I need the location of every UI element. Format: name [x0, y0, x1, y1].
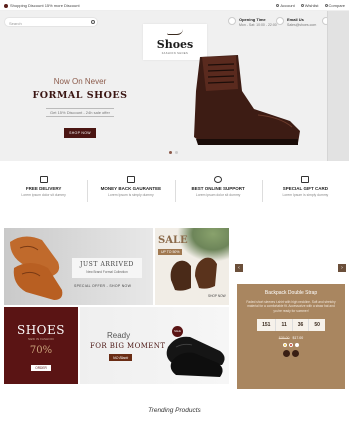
- search-placeholder: Search: [9, 20, 22, 26]
- mail-icon: [276, 17, 284, 25]
- promo-ready[interactable]: Ready FOR BIG MOMENT NO Black SALE: [80, 307, 229, 384]
- timer-days: 151: [257, 319, 277, 332]
- deal-card[interactable]: Backpack Double Strap Faded short sleeve…: [237, 284, 345, 389]
- arrival-sub: New Brand Formal Collection: [86, 270, 128, 274]
- hero-text: Now On Never FORMAL SHOES Get 15% Discou…: [30, 77, 130, 139]
- feature-sub: Lorem ipsum dolor sit dummy: [195, 193, 241, 197]
- feature-support: BEST ONLINE SUPPORT Lorem ipsum dolor si…: [174, 172, 262, 212]
- deal-price: $35.00 $17.00: [237, 336, 345, 340]
- compare-link[interactable]: Compare: [324, 3, 345, 8]
- opening-time-info: Opening Time Mon - Sat: 10:00 - 22:00: [228, 17, 277, 27]
- sale-cta[interactable]: SHOP NOW: [208, 294, 226, 298]
- chevron-right-icon[interactable]: ›: [338, 264, 346, 272]
- timer-seconds: 50: [314, 322, 320, 329]
- promo-just-arrived[interactable]: JUST ARRIVED New Brand Formal Collection…: [4, 228, 153, 305]
- feature-sub: Lorem Ipsum is simply dummy: [107, 193, 154, 197]
- bell-icon: [4, 3, 8, 8]
- next-slide-preview[interactable]: [327, 11, 349, 161]
- logo-name: Shoes: [156, 38, 194, 51]
- swatch-white[interactable]: [295, 343, 299, 348]
- gift-icon: [301, 176, 310, 183]
- arrival-title: JUST ARRIVED: [80, 261, 134, 268]
- feature-title: MONEY BACK GAURANTEE: [100, 186, 162, 191]
- opening-sub: Mon - Sat: 10:00 - 22:00: [239, 23, 277, 27]
- promo-text: Shopping Discount 15% more Discount: [10, 3, 80, 8]
- hero-subtitle: Now On Never: [53, 77, 107, 86]
- cart-icon[interactable]: [283, 350, 290, 358]
- feature-money-back: MONEY BACK GAURANTEE Lorem Ipsum is simp…: [87, 172, 174, 212]
- feature-title: FREE DELIVERY: [25, 186, 62, 191]
- slide-dot-1[interactable]: [169, 151, 172, 154]
- timer-hours: 11: [276, 319, 293, 332]
- truck-icon: [39, 176, 48, 183]
- promo-shoes-70[interactable]: SHOES NEW IN FASHION 70% ORDER: [4, 307, 78, 384]
- compare-icon: [324, 4, 328, 7]
- color-swatches: [237, 343, 345, 348]
- promo-strip: Shopping Discount 15% more Discount: [4, 3, 80, 8]
- chevron-left-icon[interactable]: ‹: [235, 264, 243, 272]
- opening-title: Opening Time: [239, 17, 266, 22]
- loafer-image: [10, 236, 63, 300]
- hero-description: Get 15% Discount - 24h sale offer: [46, 108, 114, 117]
- account-links: Account Wishlist Compare: [276, 3, 345, 8]
- shoe-logo-icon: [167, 29, 183, 35]
- feature-sub: Lorem Ipsum is simply dummy: [282, 193, 329, 197]
- shoes-order-button[interactable]: ORDER: [31, 365, 51, 371]
- wishlist-link[interactable]: Wishlist: [300, 3, 319, 8]
- black-oxford-image: [166, 336, 225, 377]
- old-price: $35.00: [278, 336, 290, 341]
- features-row: FREE DELIVERY Lorem ipsum dolor sit dumm…: [0, 172, 349, 212]
- slide-dot-2[interactable]: [175, 151, 178, 154]
- search-input[interactable]: Search: [4, 17, 98, 27]
- support-icon: [214, 176, 223, 183]
- hero-boot-image: [194, 55, 300, 145]
- shoes-percent: 70%: [29, 345, 53, 356]
- arrival-cta[interactable]: SPECIAL OFFER - SHOP NOW: [74, 284, 131, 288]
- slider-dots: [169, 151, 178, 154]
- top-bar: Shopping Discount 15% more Discount Acco…: [0, 0, 349, 11]
- compare-label: Compare: [328, 3, 345, 8]
- search-icon[interactable]: [91, 20, 95, 24]
- deal-actions: [237, 350, 345, 358]
- user-icon: [276, 4, 280, 7]
- feature-sub: Lorem ipsum dolor sit dummy: [21, 193, 66, 197]
- feature-title: BEST ONLINE SUPPORT: [191, 186, 245, 191]
- deal-description: Faded short sleeves t-shirt with high ne…: [246, 300, 336, 313]
- shop-now-button[interactable]: SHOP NOW: [64, 128, 96, 138]
- deal-title: Backpack Double Strap: [264, 290, 318, 296]
- arrival-label-box: JUST ARRIVED New Brand Formal Collection: [72, 258, 142, 278]
- clock-icon: [228, 17, 236, 25]
- swatch-red[interactable]: [289, 343, 293, 348]
- trending-heading: Trending Products: [148, 407, 201, 414]
- countdown-timer: 151 11 36 50: [257, 319, 325, 332]
- shoes-title: SHOES: [16, 323, 65, 337]
- feature-title: SPECIAL GIFT CARD: [282, 186, 328, 191]
- account-link[interactable]: Account: [276, 3, 295, 8]
- new-price: $17.00: [292, 336, 304, 341]
- feature-free-delivery: FREE DELIVERY Lorem ipsum dolor sit dumm…: [0, 172, 87, 212]
- promo-sale[interactable]: SALE UP TO 50% SHOP NOW: [155, 228, 229, 305]
- email-info: Email Us Sales@shoes.com: [276, 17, 316, 27]
- hero-banner: Search Shoes FASHION SHOES Opening Time M…: [0, 11, 349, 161]
- eye-icon[interactable]: [292, 350, 299, 358]
- feature-gift-card: SPECIAL GIFT CARD Lorem Ipsum is simply …: [261, 172, 349, 212]
- deal-carousel: ‹ ›: [231, 228, 349, 283]
- email-title: Email Us: [287, 17, 304, 22]
- hero-title: FORMAL SHOES: [32, 90, 128, 101]
- email-sub[interactable]: Sales@shoes.com: [287, 23, 316, 27]
- swatch-yellow[interactable]: [283, 343, 287, 348]
- shoes-sub: NEW IN FASHION: [28, 338, 54, 341]
- account-label: Account: [280, 3, 295, 8]
- money-icon: [126, 176, 135, 183]
- heart-icon: [300, 4, 304, 7]
- wishlist-label: Wishlist: [304, 3, 319, 8]
- timer-minutes: 36: [293, 319, 310, 332]
